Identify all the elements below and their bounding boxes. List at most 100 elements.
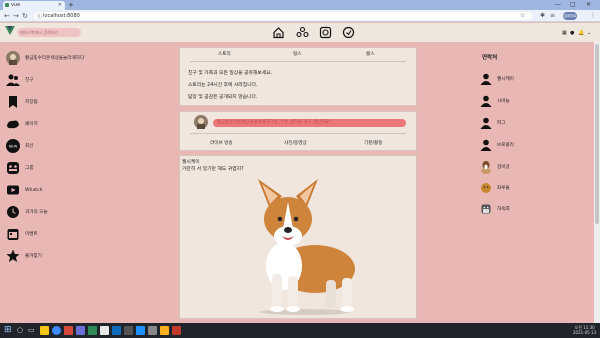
composer-input[interactable]: 황금똥수리온세상을놀라게하다님, 무슨 생각을 하고 계신가요? xyxy=(213,119,406,127)
person-icon xyxy=(480,73,492,85)
calendar-icon xyxy=(6,227,20,241)
sidebar-item-label: 저장됨 xyxy=(25,100,38,105)
vue-favicon-icon xyxy=(5,3,9,7)
windows-start-icon[interactable]: ⊞ xyxy=(4,325,12,335)
browser-tab-strip: vue ✕ + — □ ✕ xyxy=(0,0,600,10)
app-icon[interactable] xyxy=(124,326,133,335)
chrome-icon[interactable] xyxy=(52,326,61,335)
star-bookmark-icon[interactable]: ☆ xyxy=(520,12,525,20)
app-icon[interactable] xyxy=(88,326,97,335)
app-icon[interactable] xyxy=(148,326,157,335)
contact-item[interactable]: 시바늉 xyxy=(480,94,510,108)
forward-icon[interactable]: → xyxy=(13,11,19,21)
svg-text:NEW: NEW xyxy=(9,145,18,149)
scrollbar-thumb[interactable] xyxy=(595,44,599,224)
home-icon[interactable] xyxy=(272,26,285,39)
sidebar-item-watch[interactable]: Whatch xyxy=(6,183,43,197)
contact-item[interactable]: 하숙희 xyxy=(480,202,510,216)
profile-update-button[interactable]: 업데이트 : xyxy=(563,12,577,26)
tab-title: vue xyxy=(11,2,21,8)
menu-icon[interactable]: ⋮ xyxy=(590,12,596,20)
close-tab-icon[interactable]: ✕ xyxy=(58,1,62,10)
sidebar-item-label: 페이지 xyxy=(25,122,38,127)
app-icon[interactable] xyxy=(64,326,73,335)
new-tab-button[interactable]: + xyxy=(68,1,74,9)
flag-icon xyxy=(6,117,20,131)
watch-icon[interactable] xyxy=(319,26,332,39)
back-icon[interactable]: ← xyxy=(4,11,10,21)
browser-tab[interactable]: vue ✕ xyxy=(3,1,65,10)
account-menu-icon[interactable]: ⌄ xyxy=(587,30,591,36)
contact-item[interactable]: 퍼그 xyxy=(480,116,505,130)
story-card: 스토리 릴스 룸스 친구 및 가족과 모든 일상을 공유해보세요. 스토리는 2… xyxy=(179,47,417,106)
file-explorer-icon[interactable] xyxy=(40,326,49,335)
apps-grid-icon[interactable]: ▦ xyxy=(562,30,567,36)
sidebar-item-label: 즐겨찾기 xyxy=(25,254,42,259)
vscode-icon[interactable] xyxy=(136,326,145,335)
minimize-button[interactable]: — xyxy=(555,0,561,10)
reading-list-icon[interactable]: ≡ xyxy=(550,12,555,20)
search-input[interactable]: 페이스북에서 검색하기 xyxy=(17,28,81,37)
bookmark-icon xyxy=(6,95,20,109)
story-info-line: 친구 및 가족과 모든 일상을 공유해보세요. xyxy=(188,71,273,76)
contact-name: 브로콜리 xyxy=(497,143,514,148)
play-icon xyxy=(6,183,20,197)
sidebar-item-label: 이벤트 xyxy=(25,232,38,237)
search-placeholder: 페이스북에서 검색하기 xyxy=(20,30,59,35)
app-icon[interactable] xyxy=(100,326,109,335)
info-icon[interactable]: ⓘ xyxy=(37,13,42,21)
sidebar-item-label: 황금똥수리온세상을놀라게하다 xyxy=(25,56,85,61)
feed-post: 월시케이 가만히 서 있기만 해도 귀엽지? xyxy=(179,155,417,319)
post-composer: 황금똥수리온세상을놀라게하다님, 무슨 생각을 하고 계신가요? 라이브 방송 … xyxy=(179,111,417,151)
extensions-icon[interactable]: ✱ xyxy=(540,12,545,20)
post-author[interactable]: 월시케이 xyxy=(182,158,200,165)
tab-stories[interactable]: 스토리 xyxy=(218,51,231,57)
address-bar[interactable]: ⓘ localhost:8080 xyxy=(34,12,532,20)
feeling-activity-button[interactable]: 기분/활동 xyxy=(364,140,382,146)
groups-icon[interactable] xyxy=(296,26,309,39)
new-badge-icon: NEW xyxy=(6,139,20,153)
sidebar-item-recent[interactable]: NEW 최신 xyxy=(6,139,33,153)
clock-date: 2021-05-13 xyxy=(573,330,597,335)
friends-icon xyxy=(6,73,20,87)
photo-video-button[interactable]: 사진/동영상 xyxy=(284,140,307,146)
contact-name: 웰시케이 xyxy=(497,77,514,82)
sidebar-item-favorites[interactable]: 즐겨찾기 xyxy=(6,249,42,263)
sidebar-item-pages[interactable]: 페이지 xyxy=(6,117,38,131)
search-icon[interactable]: ○ xyxy=(17,326,23,334)
messenger-icon[interactable]: ● xyxy=(570,30,574,36)
sidebar-item-friends[interactable]: 친구 xyxy=(6,73,33,87)
task-view-icon[interactable]: ▭ xyxy=(28,326,35,334)
browser-toolbar: ← → ↻ ⓘ localhost:8080 ☆ ✱ ≡ 업데이트 : ⋮ xyxy=(0,10,600,26)
contact-item[interactable]: 웰시케이 xyxy=(480,72,514,86)
sidebar-item-label: 최신 xyxy=(25,144,34,149)
sidebar-item-memories[interactable]: 과거의 오늘 xyxy=(6,205,48,219)
contact-item[interactable]: 검비글 xyxy=(480,160,510,174)
vue-logo-icon[interactable] xyxy=(5,26,15,35)
group-icon xyxy=(6,161,20,175)
corgi-photo[interactable] xyxy=(250,174,360,316)
tab-reels[interactable]: 릴스 xyxy=(293,51,301,57)
person-icon xyxy=(480,117,492,129)
contact-item[interactable]: 좌루돌 xyxy=(480,181,510,195)
live-video-button[interactable]: 라이브 방송 xyxy=(210,140,233,146)
notification-bell-icon[interactable]: 🔔 xyxy=(578,30,584,36)
app-icon[interactable] xyxy=(172,326,181,335)
contact-item[interactable]: 브로콜리 xyxy=(480,138,514,152)
sidebar-item-saved[interactable]: 저장됨 xyxy=(6,95,38,109)
sidebar-item-label: 친구 xyxy=(25,78,34,83)
maximize-button[interactable]: □ xyxy=(570,0,576,10)
close-window-button[interactable]: ✕ xyxy=(586,0,591,10)
app-icon[interactable] xyxy=(76,326,85,335)
kakaotalk-icon[interactable] xyxy=(160,326,169,335)
system-clock[interactable]: 오전 11:30 2021-05-13 xyxy=(573,325,596,335)
sidebar-item-groups[interactable]: 그룹 xyxy=(6,161,33,175)
app-icon[interactable] xyxy=(112,326,121,335)
sidebar-item-profile[interactable]: 황금똥수리온세상을놀라게하다 xyxy=(6,51,84,65)
tab-rooms[interactable]: 룸스 xyxy=(366,51,374,57)
sidebar-item-events[interactable]: 이벤트 xyxy=(6,227,38,241)
reload-icon[interactable]: ↻ xyxy=(22,11,28,21)
schnauzer-avatar-icon xyxy=(481,204,491,214)
marketplace-icon[interactable] xyxy=(342,26,355,39)
beagle-avatar-icon xyxy=(481,161,491,174)
